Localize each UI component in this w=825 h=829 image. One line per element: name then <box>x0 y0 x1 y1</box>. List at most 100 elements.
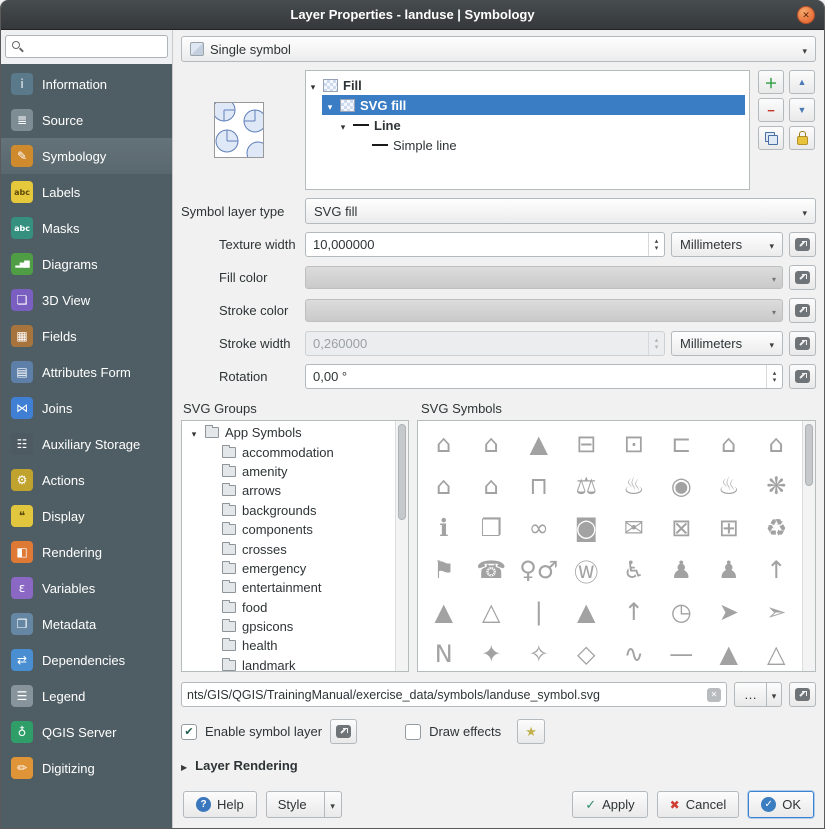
scrollbar-thumb[interactable] <box>805 424 813 486</box>
svg-symbol[interactable]: ⌂ <box>705 423 753 465</box>
svg-symbol[interactable]: ♨ <box>705 465 753 507</box>
draw-effects-checkbox[interactable] <box>405 724 421 740</box>
apply-button[interactable]: Apply <box>572 791 647 818</box>
sidebar-item-3d-view[interactable]: ❏3D View <box>1 282 172 318</box>
svg-symbol[interactable]: ⊓ <box>515 465 563 507</box>
svg-group-item[interactable]: landmark <box>182 656 395 671</box>
svg-symbol[interactable]: ⊏ <box>658 423 706 465</box>
sidebar-item-attributes-form[interactable]: ▤Attributes Form <box>1 354 172 390</box>
sidebar-item-labels[interactable]: abcLabels <box>1 174 172 210</box>
spinner-arrows-icon[interactable] <box>766 365 782 388</box>
svg-symbol[interactable]: ⚖ <box>563 465 611 507</box>
texture-width-input[interactable]: 10,000000 <box>305 232 665 257</box>
layer-rendering-group[interactable]: Layer Rendering <box>181 758 816 773</box>
svg-symbol[interactable]: ✉ <box>610 507 658 549</box>
scrollbar-thumb[interactable] <box>398 424 406 520</box>
svg-symbol[interactable]: ◙ <box>563 507 611 549</box>
svg-group-item[interactable]: health <box>182 636 395 655</box>
svg-group-item[interactable]: components <box>182 520 395 539</box>
chevron-down-icon[interactable] <box>766 683 781 706</box>
stroke-width-unit-combo[interactable]: Millimeters <box>671 331 783 356</box>
tree-node-svg-fill[interactable]: SVG fill <box>322 95 745 115</box>
svg-symbol[interactable]: ♀♂ <box>515 549 563 591</box>
svg-group-item[interactable]: backgrounds <box>182 501 395 520</box>
ok-button[interactable]: OK <box>748 791 814 818</box>
svg-symbol[interactable]: ▲ <box>420 591 468 633</box>
symbol-layer-type-combo[interactable]: SVG fill <box>305 198 816 224</box>
enable-symbol-layer-checkbox[interactable] <box>181 724 197 740</box>
sidebar-item-qgis-server[interactable]: ♁QGIS Server <box>1 714 172 750</box>
sidebar-item-joins[interactable]: ⋈Joins <box>1 390 172 426</box>
svg-group-root[interactable]: App Symbols <box>182 423 395 442</box>
sidebar-item-metadata[interactable]: ❐Metadata <box>1 606 172 642</box>
texture-width-override-button[interactable] <box>789 232 816 257</box>
tree-node-simple-line[interactable]: Simple line <box>372 135 747 155</box>
sidebar-item-masks[interactable]: abcMasks <box>1 210 172 246</box>
help-button[interactable]: Help <box>183 791 257 818</box>
expander-icon[interactable] <box>308 78 318 93</box>
remove-symbol-layer-button[interactable] <box>758 98 784 122</box>
svg-symbol[interactable]: ↑ <box>753 549 801 591</box>
duplicate-layer-button[interactable] <box>758 126 784 150</box>
customize-effects-button[interactable] <box>517 719 545 744</box>
svg-symbol[interactable]: △ <box>753 633 801 671</box>
spinner-arrows-icon[interactable] <box>648 332 664 355</box>
svg-group-item[interactable]: arrows <box>182 481 395 500</box>
svg-group-item[interactable]: amenity <box>182 462 395 481</box>
svg-symbol[interactable]: ⊠ <box>658 507 706 549</box>
sidebar-item-legend[interactable]: ☰Legend <box>1 678 172 714</box>
fill-color-button[interactable] <box>305 266 783 289</box>
svg-symbols-scrollbar[interactable] <box>802 421 815 671</box>
svg-symbol[interactable]: ⌂ <box>468 465 516 507</box>
close-button[interactable] <box>797 6 815 24</box>
svg-symbol[interactable]: ▲ <box>515 423 563 465</box>
svg-symbol[interactable]: ⊡ <box>610 423 658 465</box>
svg-symbol[interactable]: ☎ <box>468 549 516 591</box>
titlebar[interactable]: Layer Properties - landuse | Symbology <box>1 0 824 30</box>
svg-path-override-button[interactable] <box>789 682 816 707</box>
move-layer-down-button[interactable] <box>789 98 815 122</box>
svg-symbol[interactable]: ⚑ <box>420 549 468 591</box>
sidebar-item-display[interactable]: ❝Display <box>1 498 172 534</box>
stroke-width-override-button[interactable] <box>789 331 816 356</box>
svg-group-item[interactable]: crosses <box>182 539 395 558</box>
spinner-arrows-icon[interactable] <box>648 233 664 256</box>
svg-symbol[interactable]: ♿ <box>610 549 658 591</box>
sidebar-item-source[interactable]: ≣Source <box>1 102 172 138</box>
rotation-input[interactable]: 0,00 ° <box>305 364 783 389</box>
svg-symbol[interactable]: ◉ <box>658 465 706 507</box>
svg-symbol[interactable]: N <box>420 633 468 671</box>
search-input[interactable] <box>5 35 168 58</box>
svg-groups-scrollbar[interactable] <box>395 421 408 671</box>
add-symbol-layer-button[interactable] <box>758 70 784 94</box>
rotation-override-button[interactable] <box>789 364 816 389</box>
svg-group-item[interactable]: entertainment <box>182 578 395 597</box>
svg-symbol[interactable]: ∿ <box>610 633 658 671</box>
sidebar-item-digitizing[interactable]: ✏Digitizing <box>1 750 172 786</box>
svg-group-item[interactable]: accommodation <box>182 442 395 461</box>
sidebar-item-rendering[interactable]: ◧Rendering <box>1 534 172 570</box>
svg-symbol[interactable]: ▲ <box>563 591 611 633</box>
svg-symbol[interactable]: ♟ <box>658 549 706 591</box>
svg-symbol[interactable]: ♻ <box>753 507 801 549</box>
svg-symbol[interactable]: ➣ <box>753 591 801 633</box>
svg-symbol[interactable]: ➤ <box>705 591 753 633</box>
svg-symbol[interactable]: ℹ <box>420 507 468 549</box>
svg-symbol[interactable]: ♟ <box>705 549 753 591</box>
svg-symbol[interactable]: ∞ <box>515 507 563 549</box>
svg-symbol[interactable]: ✧ <box>515 633 563 671</box>
svg-symbol[interactable]: ❋ <box>753 465 801 507</box>
tree-node-fill[interactable]: Fill <box>308 75 747 95</box>
stroke-color-override-button[interactable] <box>789 298 816 323</box>
svg-symbol[interactable]: △ <box>468 591 516 633</box>
svg-symbol[interactable]: ❐ <box>468 507 516 549</box>
svg-symbol[interactable]: ⌂ <box>420 465 468 507</box>
sidebar-item-symbology[interactable]: ✎Symbology <box>1 138 172 174</box>
collapsed-triangle-icon[interactable] <box>181 758 187 773</box>
svg-group-item[interactable]: emergency <box>182 559 395 578</box>
svg-symbol[interactable]: ⊞ <box>705 507 753 549</box>
lock-color-button[interactable] <box>789 126 815 150</box>
svg-symbol[interactable]: ♨ <box>610 465 658 507</box>
svg-symbol[interactable]: — <box>658 633 706 671</box>
stroke-color-button[interactable] <box>305 299 783 322</box>
